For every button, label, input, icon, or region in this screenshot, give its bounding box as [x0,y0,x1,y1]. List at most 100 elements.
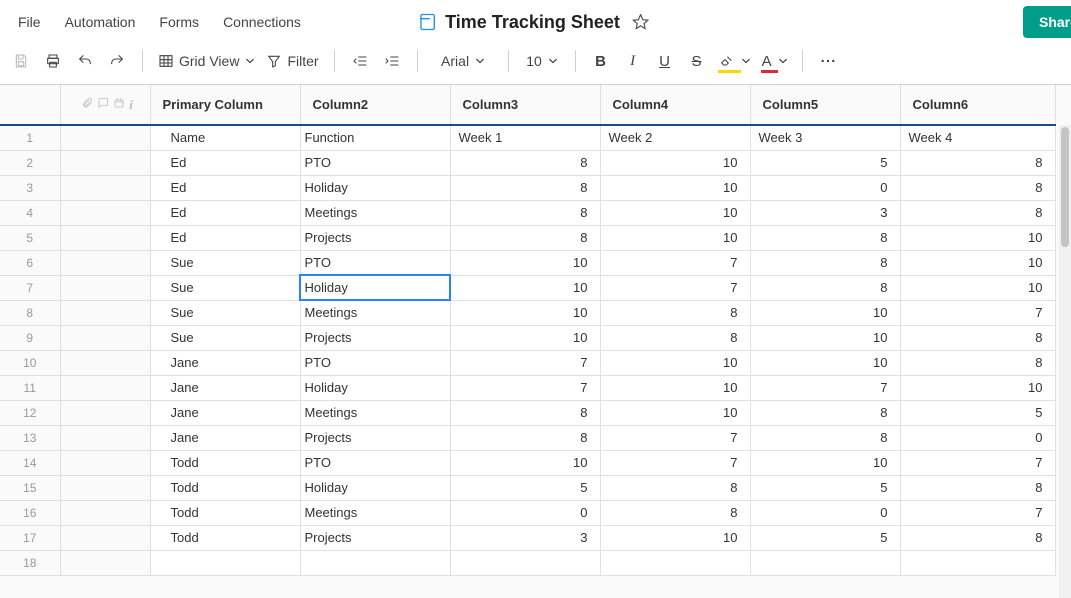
row-gutter[interactable] [60,225,150,250]
strikethrough-icon[interactable]: S [682,47,712,75]
cell[interactable]: 0 [750,500,900,525]
text-color-button[interactable]: A [757,47,792,75]
cell[interactable]: 10 [600,350,750,375]
cell[interactable]: Name [150,125,300,150]
row-gutter[interactable] [60,175,150,200]
share-button[interactable]: Share [1023,6,1071,38]
cell[interactable]: 7 [600,250,750,275]
italic-icon[interactable]: I [618,47,648,75]
cell[interactable]: 8 [900,525,1055,550]
row-gutter[interactable] [60,375,150,400]
table-row[interactable]: 9SueProjects108108 [0,325,1055,350]
row-gutter[interactable] [60,500,150,525]
menu-connections[interactable]: Connections [213,8,311,36]
row-number[interactable]: 10 [0,350,60,375]
table-row[interactable]: 10JanePTO710108 [0,350,1055,375]
table-row[interactable]: 13JaneProjects8780 [0,425,1055,450]
column-header[interactable]: Column5 [750,85,900,125]
table-row[interactable]: 6SuePTO107810 [0,250,1055,275]
info-icon[interactable]: i [129,97,133,113]
cell[interactable]: 10 [450,450,600,475]
cell[interactable]: Todd [150,500,300,525]
grid-table[interactable]: i Primary Column Column2 Column3 Column4… [0,85,1056,576]
cell[interactable]: Todd [150,525,300,550]
cell[interactable]: Holiday [300,475,450,500]
cell[interactable]: Sue [150,325,300,350]
cell[interactable]: PTO [300,350,450,375]
cell[interactable]: 10 [600,225,750,250]
cell[interactable]: 10 [900,250,1055,275]
table-row[interactable]: 17ToddProjects31058 [0,525,1055,550]
table-row[interactable]: 11JaneHoliday710710 [0,375,1055,400]
cell[interactable]: 8 [450,425,600,450]
cell[interactable] [900,550,1055,575]
cell[interactable]: Ed [150,200,300,225]
table-row[interactable]: 15ToddHoliday5858 [0,475,1055,500]
cell[interactable]: 8 [750,275,900,300]
cell[interactable]: 8 [750,400,900,425]
cell[interactable]: Projects [300,525,450,550]
cell[interactable]: 10 [750,300,900,325]
cell[interactable]: 3 [450,525,600,550]
cell[interactable]: 8 [900,325,1055,350]
cell[interactable]: Function [300,125,450,150]
cell[interactable]: 8 [600,475,750,500]
row-gutter[interactable] [60,275,150,300]
cell[interactable]: 10 [450,275,600,300]
row-gutter[interactable] [60,325,150,350]
cell[interactable]: 5 [750,525,900,550]
cell[interactable]: 7 [450,350,600,375]
cell[interactable]: Jane [150,375,300,400]
row-number[interactable]: 1 [0,125,60,150]
row-number[interactable]: 6 [0,250,60,275]
filter-button[interactable]: Filter [261,47,323,75]
cell[interactable] [600,550,750,575]
attachment-icon[interactable] [81,97,93,113]
menu-forms[interactable]: Forms [149,8,209,36]
cell[interactable]: Holiday [300,175,450,200]
cell[interactable]: Jane [150,350,300,375]
column-header[interactable]: Primary Column [150,85,300,125]
row-number[interactable]: 4 [0,200,60,225]
cell[interactable]: Projects [300,425,450,450]
cell[interactable] [450,550,600,575]
cell[interactable]: 7 [600,425,750,450]
column-header[interactable]: Column3 [450,85,600,125]
highlight-color-button[interactable] [714,47,755,75]
row-gutter[interactable] [60,475,150,500]
row-gutter[interactable] [60,300,150,325]
cell[interactable]: 10 [450,325,600,350]
cell[interactable]: 8 [750,250,900,275]
cell[interactable]: Meetings [300,400,450,425]
cell[interactable]: 10 [450,300,600,325]
cell[interactable]: Ed [150,175,300,200]
cell[interactable]: Week 2 [600,125,750,150]
column-header[interactable]: Column4 [600,85,750,125]
grid-view-button[interactable]: Grid View [153,47,259,75]
redo-icon[interactable] [102,47,132,75]
table-row[interactable]: 4EdMeetings81038 [0,200,1055,225]
row-number[interactable]: 18 [0,550,60,575]
cell[interactable]: 3 [750,200,900,225]
cell[interactable]: 8 [900,350,1055,375]
cell[interactable]: 5 [750,150,900,175]
cell[interactable] [300,550,450,575]
cell[interactable]: Jane [150,400,300,425]
table-row[interactable]: 16ToddMeetings0807 [0,500,1055,525]
row-number[interactable]: 12 [0,400,60,425]
table-row[interactable]: 12JaneMeetings81085 [0,400,1055,425]
cell[interactable]: 8 [750,425,900,450]
table-row[interactable]: 18 [0,550,1055,575]
row-number[interactable]: 17 [0,525,60,550]
cell[interactable]: 10 [750,325,900,350]
reminder-icon[interactable] [113,97,125,113]
cell[interactable] [150,550,300,575]
cell[interactable]: 5 [900,400,1055,425]
table-row[interactable]: 3EdHoliday81008 [0,175,1055,200]
cell[interactable]: Projects [300,225,450,250]
cell[interactable]: Week 4 [900,125,1055,150]
cell[interactable]: Week 3 [750,125,900,150]
underline-icon[interactable]: U [650,47,680,75]
cell[interactable]: 8 [750,225,900,250]
cell[interactable]: Ed [150,150,300,175]
